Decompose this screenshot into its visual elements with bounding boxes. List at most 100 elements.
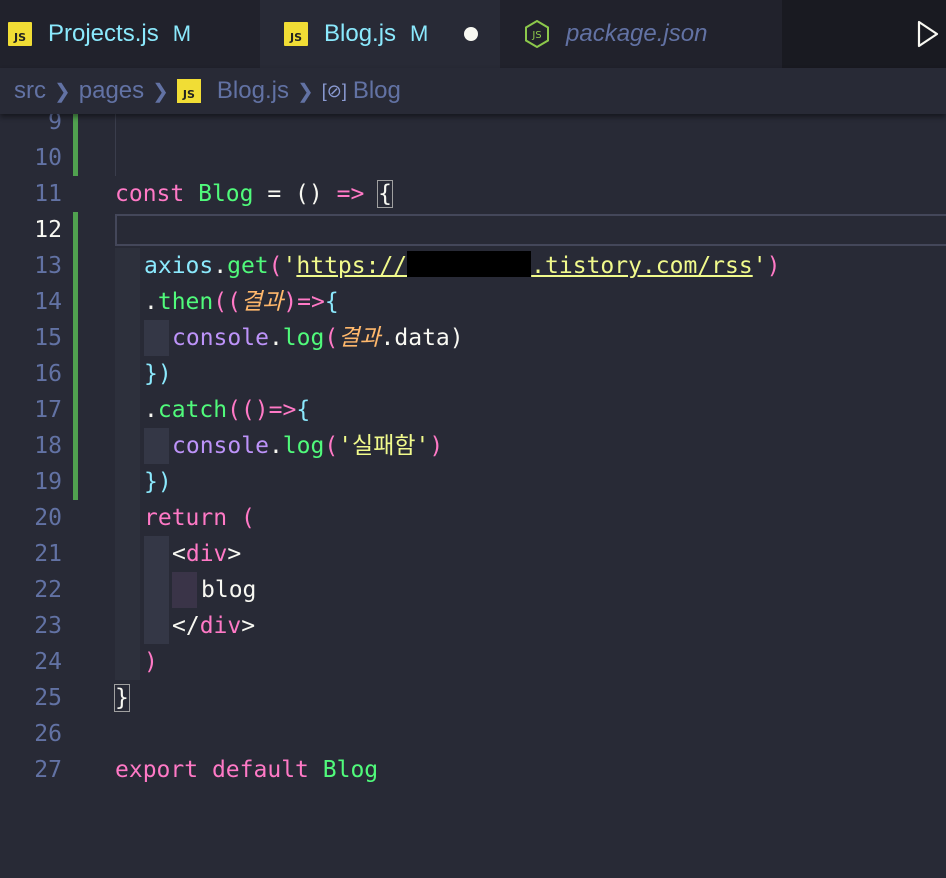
line-number: 15 <box>34 325 62 351</box>
line-number: 18 <box>34 433 62 459</box>
git-added-marker <box>73 464 78 500</box>
line-number: 19 <box>34 469 62 495</box>
indent-guide <box>115 500 140 536</box>
code-line: 13 axios.get('https://.tistory.com/rss') <box>0 248 946 284</box>
code-text: ) <box>144 649 158 675</box>
line-number: 13 <box>34 253 62 279</box>
indent-guide <box>115 644 140 680</box>
code-text: return ( <box>144 505 255 531</box>
line-number: 20 <box>34 505 62 531</box>
code-text: }) <box>144 361 172 387</box>
indent-guide <box>115 536 140 572</box>
matching-bracket: } <box>114 684 130 712</box>
code-line: 15 console.log(결과.data) <box>0 320 946 356</box>
line-number: 16 <box>34 361 62 387</box>
breadcrumb-item-file[interactable]: Blog.js <box>217 77 289 105</box>
indent-guide <box>115 608 140 644</box>
git-added-marker <box>73 428 78 464</box>
tab-bar: JS Projects.js M JS Blog.js M JS package… <box>0 0 946 68</box>
code-text: </div> <box>172 613 256 639</box>
code-line: 18 console.log('실패함') <box>0 428 946 464</box>
indent-guide <box>144 320 169 356</box>
breadcrumb-item-symbol[interactable]: Blog <box>353 77 401 105</box>
js-file-icon: JS <box>284 22 308 46</box>
tab-label: package.json <box>566 20 708 47</box>
code-text: .then((결과)=>{ <box>144 289 339 315</box>
code-text: .catch(()=>{ <box>144 397 311 423</box>
code-line-active: 12 <box>0 212 946 248</box>
indent-guide <box>115 464 140 500</box>
js-file-icon: JS <box>176 79 201 103</box>
code-line: 11 const Blog = () => { <box>0 176 946 212</box>
git-added-marker <box>73 212 78 248</box>
line-number: 17 <box>34 397 62 423</box>
indent-guide <box>115 428 140 464</box>
git-added-marker <box>73 392 78 428</box>
tab-projects-js[interactable]: JS Projects.js M <box>0 0 260 68</box>
svg-text:JS: JS <box>531 30 541 41</box>
indent-guide <box>115 392 140 428</box>
unsaved-dot-icon[interactable] <box>464 27 479 41</box>
breadcrumb-item-src[interactable]: src <box>14 77 46 105</box>
tab-package-json[interactable]: JS package.json <box>500 0 782 68</box>
git-added-marker <box>73 140 78 176</box>
line-number: 24 <box>34 649 62 675</box>
line-number: 27 <box>34 757 62 783</box>
code-text: <div> <box>172 541 242 567</box>
code-line: 17 .catch(()=>{ <box>0 392 946 428</box>
git-added-marker <box>73 320 78 356</box>
line-number: 12 <box>34 217 62 243</box>
line-number: 22 <box>34 577 62 603</box>
js-file-icon: JS <box>8 22 32 46</box>
code-line: 10 <box>0 140 946 176</box>
indent-guide <box>115 284 140 320</box>
modified-badge: M <box>172 21 192 46</box>
git-added-marker <box>73 284 78 320</box>
symbol-variable-icon: [⊘] <box>321 80 347 101</box>
breadcrumb: src ❯ pages ❯ JS Blog.js ❯ [⊘] Blog <box>0 68 946 114</box>
tab-label: Blog.js <box>324 20 397 47</box>
chevron-right-icon: ❯ <box>54 80 71 103</box>
code-text: console.log('실패함') <box>172 433 444 459</box>
indent-guide <box>144 536 169 572</box>
indent-guide <box>115 356 140 392</box>
code-line: 21 <div> <box>0 536 946 572</box>
code-text: blog <box>201 577 257 603</box>
code-line: 24 ) <box>0 644 946 680</box>
code-text: console.log(결과.data) <box>172 325 464 351</box>
line-number: 11 <box>34 181 62 207</box>
breadcrumb-item-pages[interactable]: pages <box>79 77 144 105</box>
code-editor[interactable]: 9 10 11 const Blog = () => { 12 13 axios… <box>0 104 946 878</box>
git-added-marker <box>73 248 78 284</box>
indent-guide <box>115 572 140 608</box>
indent-guide <box>115 320 140 356</box>
chevron-right-icon: ❯ <box>152 80 169 103</box>
code-text: export default Blog <box>115 757 379 783</box>
code-text: axios.get('https://.tistory.com/rss') <box>144 251 781 279</box>
code-line: 27 export default Blog <box>0 752 946 788</box>
code-text: } <box>114 680 130 716</box>
tab-blog-js[interactable]: JS Blog.js M <box>260 0 500 68</box>
nodejs-icon: JS <box>525 20 549 48</box>
code-text: const Blog = () => { <box>115 180 394 208</box>
run-icon[interactable] <box>916 20 940 48</box>
code-line: 20 return ( <box>0 500 946 536</box>
code-line: 22 blog <box>0 572 946 608</box>
indent-guide <box>115 248 140 284</box>
modified-badge: M <box>410 21 429 46</box>
code-text: }) <box>144 469 172 495</box>
chevron-right-icon: ❯ <box>296 80 314 103</box>
line-number: 23 <box>34 613 62 639</box>
code-line: 23 </div> <box>0 608 946 644</box>
indent-guide <box>144 572 169 608</box>
git-added-marker <box>73 356 78 392</box>
line-number: 25 <box>34 685 62 711</box>
line-number: 21 <box>34 541 62 567</box>
code-line: 14 .then((결과)=>{ <box>0 284 946 320</box>
indent-guide <box>115 140 116 176</box>
line-number: 14 <box>34 289 62 315</box>
code-line: 25 } <box>0 680 946 716</box>
redacted-block <box>407 251 532 277</box>
code-line: 26 <box>0 716 946 752</box>
current-line-highlight <box>115 214 946 246</box>
